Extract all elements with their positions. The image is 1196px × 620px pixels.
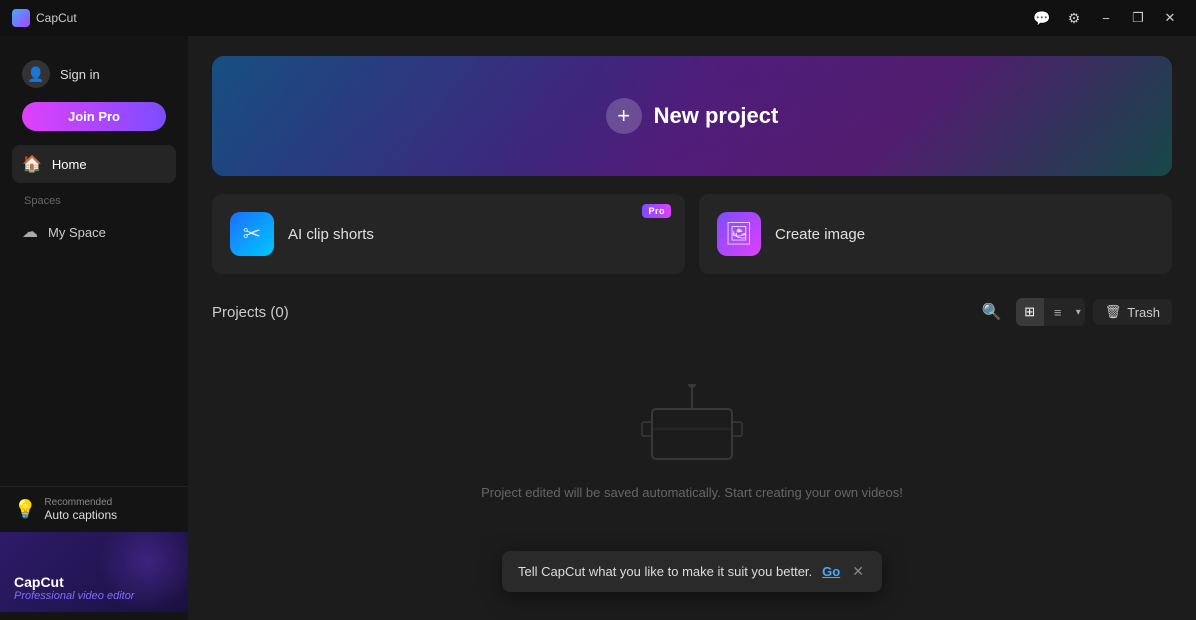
rec-text: Recommended Auto captions xyxy=(44,497,117,522)
recommendation-icon: 💡 xyxy=(14,499,36,520)
sign-in-label: Sign in xyxy=(60,67,100,82)
grid-icon: ⊞ xyxy=(1024,304,1035,320)
titlebar: CapCut 💬 ⚙ − ❐ ✕ xyxy=(0,0,1196,36)
toast-go-button[interactable]: Go xyxy=(822,564,840,579)
list-view-button[interactable]: ≡ xyxy=(1044,298,1072,326)
close-button[interactable]: ✕ xyxy=(1156,8,1184,28)
spaces-section-label: Spaces xyxy=(12,183,176,213)
sidebar-item-my-space[interactable]: ☁ My Space xyxy=(12,213,176,251)
sidebar: 👤 Sign in Join Pro 🏠 Home Spaces ☁ My Sp… xyxy=(0,36,188,620)
grid-view-button[interactable]: ⊞ xyxy=(1016,298,1044,326)
app-logo-icon xyxy=(12,9,30,27)
ai-clip-shorts-label: AI clip shorts xyxy=(288,226,374,243)
projects-header: Projects (0) 🔍 ⊞ ≡ ▾ 🗑 Trash xyxy=(212,296,1172,328)
create-image-icon: 🖼 xyxy=(717,212,761,256)
view-chevron-icon[interactable]: ▾ xyxy=(1072,307,1085,318)
ai-clip-icon: ✂ xyxy=(230,212,274,256)
empty-state-illustration xyxy=(632,384,752,469)
promo-title: CapCut xyxy=(14,574,134,590)
projects-actions: 🔍 ⊞ ≡ ▾ 🗑 Trash xyxy=(976,296,1172,328)
my-space-icon: ☁ xyxy=(22,222,38,242)
create-image-label: Create image xyxy=(775,226,865,243)
toast-close-button[interactable]: ✕ xyxy=(850,563,866,580)
search-projects-button[interactable]: 🔍 xyxy=(976,296,1008,328)
sign-in-row[interactable]: 👤 Sign in xyxy=(12,52,176,96)
toast-notification: Tell CapCut what you like to make it sui… xyxy=(502,551,882,592)
sidebar-item-home[interactable]: 🏠 Home xyxy=(12,145,176,183)
create-image-card[interactable]: 🖼 Create image xyxy=(699,194,1172,274)
home-label: Home xyxy=(52,157,87,172)
titlebar-left: CapCut xyxy=(12,9,77,27)
toast-message: Tell CapCut what you like to make it sui… xyxy=(518,564,812,579)
my-space-label: My Space xyxy=(48,225,106,240)
recommendation-box[interactable]: 💡 Recommended Auto captions xyxy=(0,487,188,532)
rec-label: Recommended xyxy=(44,497,117,508)
feedback-button[interactable]: 💬 xyxy=(1028,8,1056,28)
sidebar-bottom: 💡 Recommended Auto captions CapCut Profe… xyxy=(0,486,188,612)
avatar-icon: 👤 xyxy=(22,60,50,88)
view-toggle: ⊞ ≡ ▾ xyxy=(1016,298,1085,326)
rec-title: Auto captions xyxy=(44,508,117,522)
promo-content: CapCut Professional video editor xyxy=(14,574,134,602)
pro-badge: Pro xyxy=(642,204,671,218)
titlebar-controls: 💬 ⚙ − ❐ ✕ xyxy=(1028,8,1184,28)
promo-subtitle: Professional video editor xyxy=(14,590,134,602)
trash-button[interactable]: 🗑 Trash xyxy=(1093,299,1172,325)
trash-label: Trash xyxy=(1127,305,1160,320)
main-layout: 👤 Sign in Join Pro 🏠 Home Spaces ☁ My Sp… xyxy=(0,36,1196,620)
new-project-label: New project xyxy=(654,103,779,129)
empty-state: Project edited will be saved automatical… xyxy=(212,344,1172,520)
sidebar-top: 👤 Sign in Join Pro 🏠 Home Spaces ☁ My Sp… xyxy=(0,44,188,486)
trash-icon: 🗑 xyxy=(1105,304,1122,320)
home-icon: 🏠 xyxy=(22,154,42,174)
search-icon: 🔍 xyxy=(982,302,1002,322)
capcut-promo-banner[interactable]: CapCut Professional video editor xyxy=(0,532,188,612)
minimize-button[interactable]: − xyxy=(1092,8,1120,28)
new-project-plus-icon: + xyxy=(606,98,642,134)
new-project-banner[interactable]: + New project xyxy=(212,56,1172,176)
main-content: + New project ✂ AI clip shorts Pro 🖼 Cre… xyxy=(188,36,1196,620)
projects-title: Projects (0) xyxy=(212,304,289,321)
titlebar-title: CapCut xyxy=(36,11,77,25)
list-icon: ≡ xyxy=(1054,305,1062,320)
empty-state-text: Project edited will be saved automatical… xyxy=(481,485,903,500)
new-project-inner: + New project xyxy=(606,98,779,134)
settings-button[interactable]: ⚙ xyxy=(1060,8,1088,28)
quick-actions: ✂ AI clip shorts Pro 🖼 Create image xyxy=(212,194,1172,274)
join-pro-button[interactable]: Join Pro xyxy=(22,102,166,131)
restore-button[interactable]: ❐ xyxy=(1124,8,1152,28)
ai-clip-shorts-card[interactable]: ✂ AI clip shorts Pro xyxy=(212,194,685,274)
